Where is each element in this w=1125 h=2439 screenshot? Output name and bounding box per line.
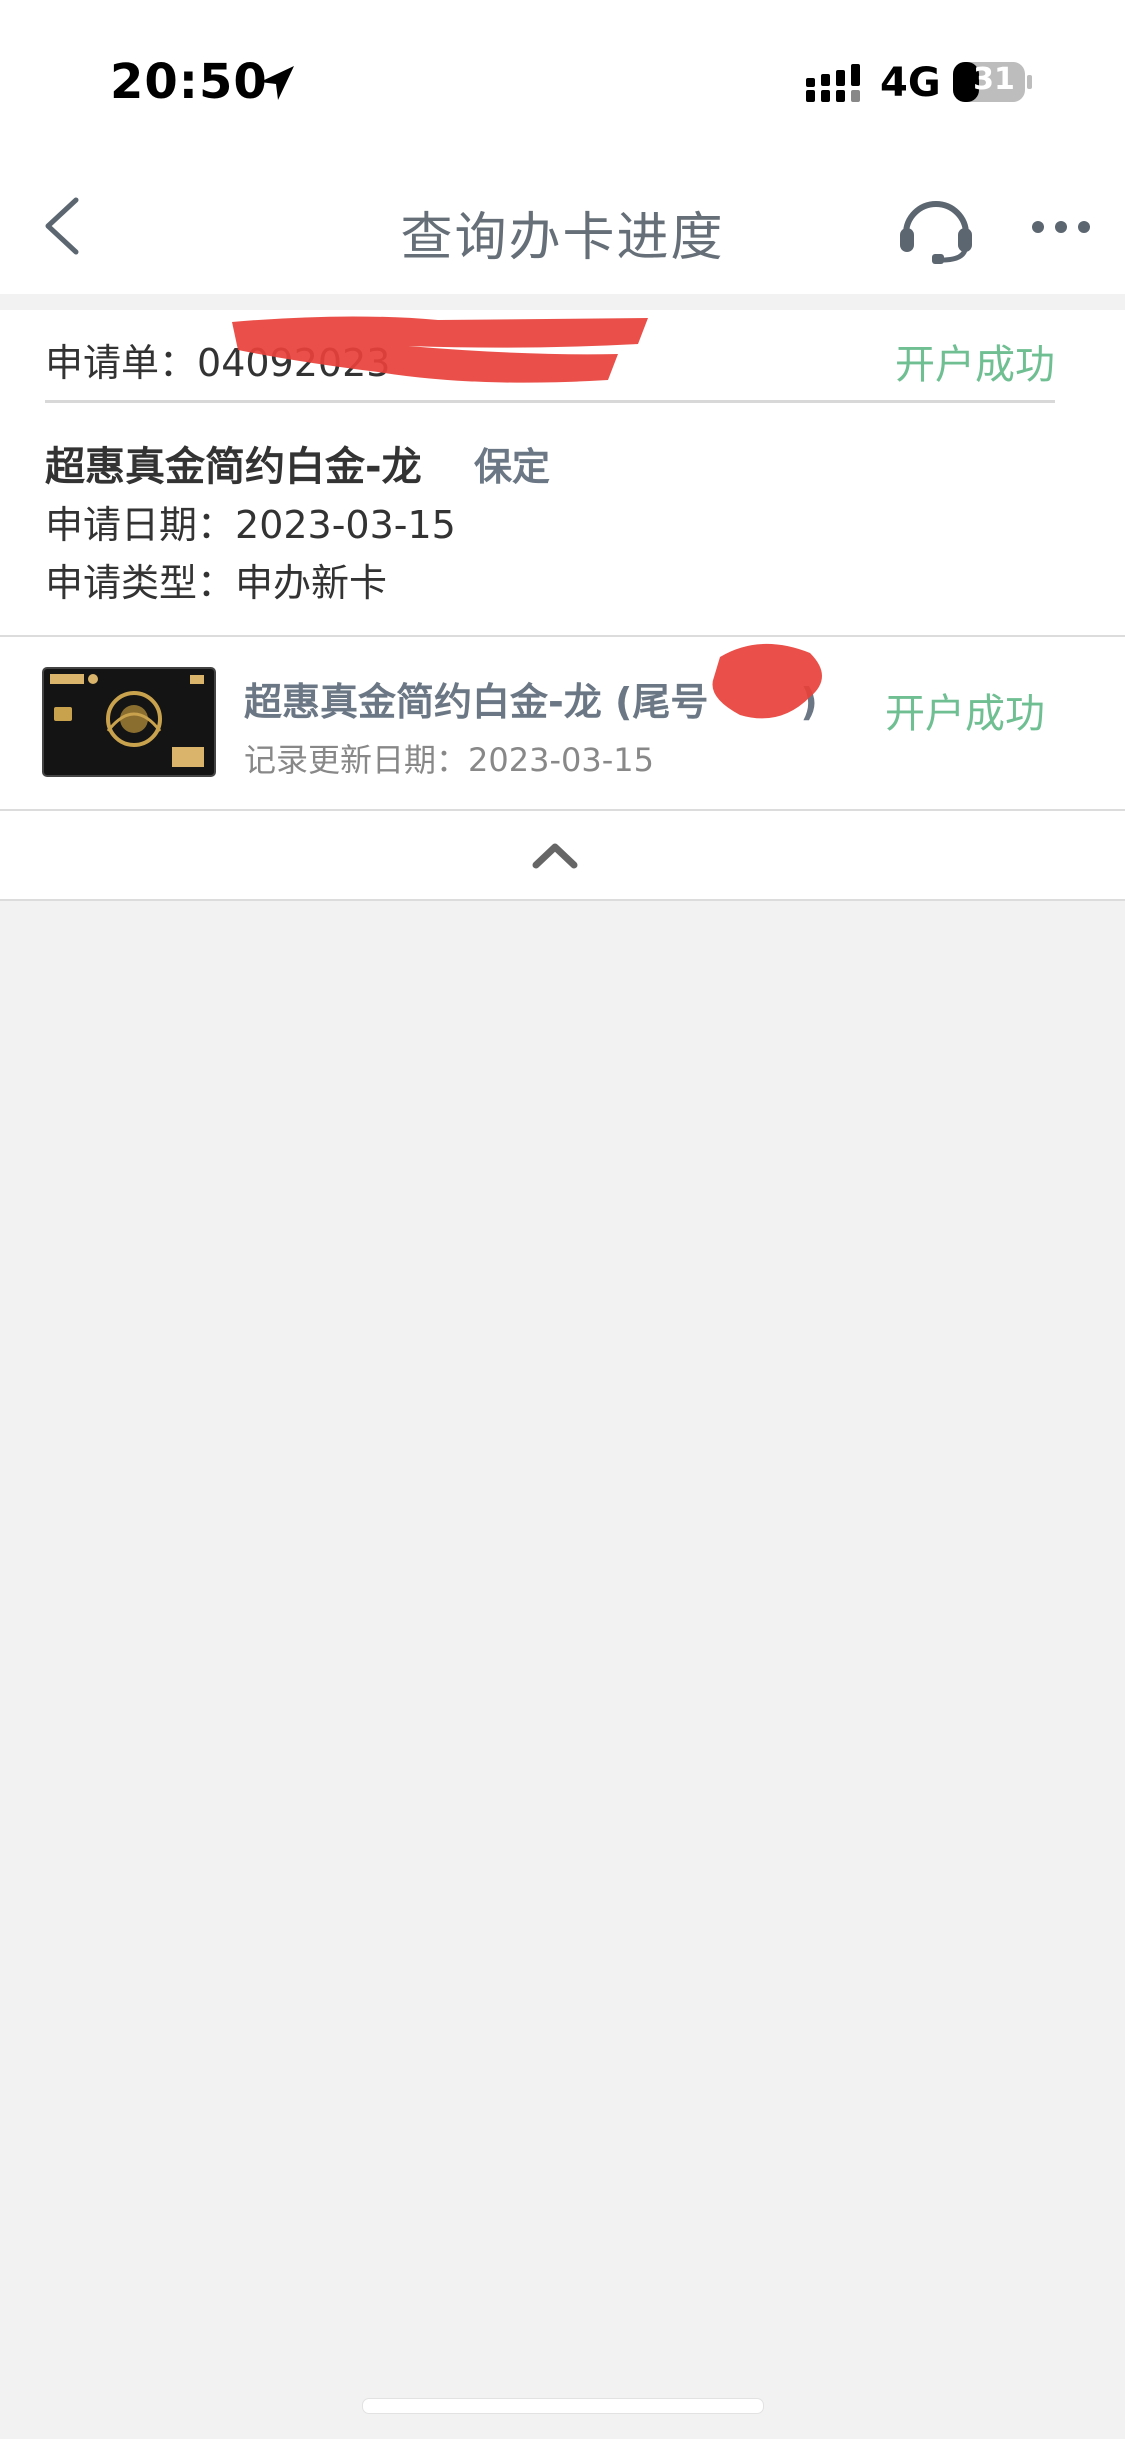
record-status: 开户成功 (885, 691, 1045, 737)
card-record-row[interactable]: 超惠真金简约白金-龙 (尾号) 记录更新日期：2023-03-15 开户成功 (0, 637, 1125, 811)
credit-card-thumbnail (42, 667, 216, 777)
application-card: 申请单：04092023 开户成功 超惠真金简约白金-龙 保定 申请日期：202… (0, 310, 1125, 637)
application-type-label: 申请类型： (45, 561, 236, 605)
nav-divider (0, 294, 1125, 310)
record-update-date: 记录更新日期：2023-03-15 (244, 735, 654, 781)
headset-icon[interactable] (896, 192, 976, 264)
battery-level: 31 (973, 62, 1015, 97)
application-type-value: 申办新卡 (235, 561, 388, 605)
divider (45, 400, 1055, 403)
record-update-value: 2023-03-15 (468, 741, 654, 779)
application-number-label: 申请单： (45, 341, 198, 385)
application-type: 申请类型：申办新卡 (45, 552, 387, 607)
application-date-value: 2023-03-15 (235, 503, 456, 547)
top-bar: 20:50 4G 31 查询办卡进度 (0, 0, 1125, 296)
status-time: 20:50 (110, 54, 268, 110)
network-label: 4G (880, 60, 941, 106)
record-update-label: 记录更新日期： (244, 741, 469, 779)
more-icon[interactable] (1030, 216, 1092, 238)
signal-icon (806, 64, 860, 102)
collapse-bar[interactable] (0, 811, 1125, 901)
redaction-scribble (712, 643, 822, 719)
card-product-name: 超惠真金简约白金-龙 (45, 444, 422, 490)
application-status: 开户成功 (895, 342, 1055, 388)
application-date: 申请日期：2023-03-15 (45, 494, 456, 549)
location-arrow-icon (260, 66, 294, 100)
record-card-name-text: 超惠真金简约白金-龙 (尾号 (244, 680, 709, 724)
redaction-scribble (232, 316, 648, 383)
application-date-label: 申请日期： (45, 503, 236, 547)
home-indicator[interactable] (362, 2398, 764, 2414)
branch-tag: 保定 (474, 445, 551, 489)
chevron-up-icon[interactable] (532, 841, 578, 869)
